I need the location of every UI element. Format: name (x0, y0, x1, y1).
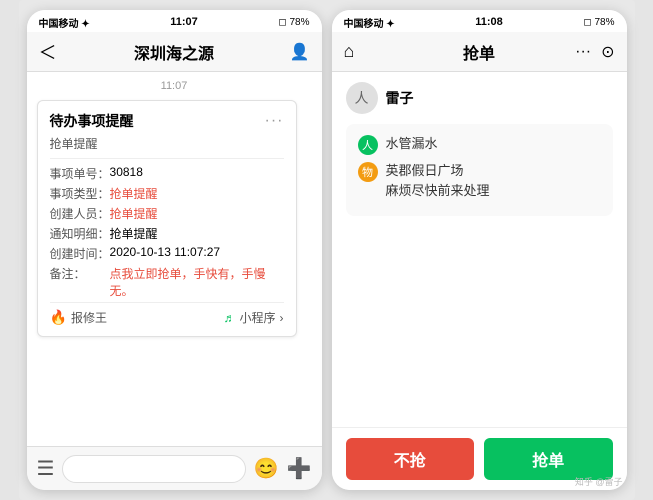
right-carrier: 中国移动 ✦ (344, 15, 395, 30)
type-value: 抢单提醒 (110, 185, 158, 202)
field-creator: 创建人员： 抢单提醒 (50, 205, 284, 222)
bubble-footer: 🔥 报修王 ♬ 小程序 › (50, 302, 284, 326)
notify-value: 抢单提醒 (110, 225, 158, 242)
note-value: 点我立即抢单，手快有，手慢无。 (110, 265, 284, 299)
message-title: 待办事项提醒 (50, 111, 134, 131)
note-label: 备注： (50, 265, 110, 299)
chat-input-field[interactable] (62, 455, 245, 483)
service-text: 水管漏水 (386, 134, 438, 154)
left-nav-bar: ＜ 深圳海之源 👤 (27, 32, 322, 72)
mini-program-label: 小程序 (239, 309, 275, 326)
chat-timestamp: 11:07 (37, 72, 312, 96)
field-time: 创建时间： 2020-10-13 11:07:27 (50, 245, 284, 262)
right-nav-title: 抢单 (463, 40, 495, 64)
left-nav-title: 深圳海之源 (134, 40, 214, 64)
avatar-icon: 人 (355, 88, 369, 108)
time-value: 2020-10-13 11:07:27 (110, 245, 221, 262)
right-nav-bar: ⌂ 抢单 ··· ⊙ (332, 32, 627, 72)
chat-input-bar: ☰ 😊 ➕ (27, 446, 322, 490)
order-number-label: 事项单号： (50, 165, 110, 182)
message-subtitle: 抢单提醒 (50, 135, 284, 152)
field-notify: 通知明细： 抢单提醒 (50, 225, 284, 242)
grab-content: 人 雷子 人 水管漏水 物 英郡假日广场麻烦尽快前来处理 (332, 72, 627, 427)
field-order-number: 事项单号： 30818 (50, 165, 284, 182)
watermark: 知乎 @雷子 (575, 475, 623, 488)
left-status-bar: 中国移动 ✦ 11:07 ◻ 78% (27, 10, 322, 32)
profile-icon[interactable]: 👤 (290, 42, 310, 62)
record-button[interactable]: ⊙ (601, 42, 614, 62)
menu-button[interactable]: ··· (575, 43, 591, 61)
right-phone: 中国移动 ✦ 11:08 ◻ 78% ⌂ 抢单 ··· ⊙ 人 雷子 人 (332, 10, 627, 490)
left-time: 11:07 (170, 16, 198, 28)
type-label: 事项类型： (50, 185, 110, 202)
person-name: 雷子 (386, 88, 414, 108)
detail-row-location: 物 英郡假日广场麻烦尽快前来处理 (358, 161, 601, 200)
left-carrier: 中国移动 ✦ (39, 15, 90, 30)
arrow-icon: › (280, 311, 284, 325)
left-phone: 中国移动 ✦ 11:07 ◻ 78% ＜ 深圳海之源 👤 11:07 待办事项提… (27, 10, 322, 490)
order-number-value: 30818 (110, 165, 143, 182)
right-battery: ◻ 78% (583, 17, 614, 28)
time-label: 创建时间： (50, 245, 110, 262)
fire-icon: 🔥 (50, 309, 67, 326)
field-note: 备注： 点我立即抢单，手快有，手慢无。 (50, 265, 284, 299)
message-bubble[interactable]: 待办事项提醒 ··· 抢单提醒 事项单号： 30818 事项类型： 抢单提醒 创… (37, 100, 297, 337)
service-icon: 人 (358, 135, 378, 155)
footer-app-name: 🔥 报修王 (50, 309, 107, 326)
right-nav-actions: ··· ⊙ (575, 42, 614, 62)
home-button[interactable]: ⌂ (344, 41, 355, 62)
voice-toggle-icon[interactable]: ☰ (37, 456, 55, 481)
mini-program-icon: ♬ (223, 311, 235, 325)
avatar: 人 (346, 82, 378, 114)
message-menu[interactable]: ··· (265, 112, 284, 130)
creator-label: 创建人员： (50, 205, 110, 222)
field-type: 事项类型： 抢单提醒 (50, 185, 284, 202)
footer-mini-program[interactable]: ♬ 小程序 › (223, 309, 283, 326)
detail-row-service: 人 水管漏水 (358, 134, 601, 155)
notify-label: 通知明细： (50, 225, 110, 242)
person-row: 人 雷子 (346, 82, 613, 114)
emoji-icon[interactable]: 😊 (254, 456, 279, 481)
no-grab-button[interactable]: 不抢 (346, 438, 475, 480)
right-status-bar: 中国移动 ✦ 11:08 ◻ 78% (332, 10, 627, 32)
add-icon[interactable]: ➕ (287, 456, 312, 481)
app-name: 报修王 (71, 309, 107, 326)
right-time: 11:08 (475, 16, 503, 28)
message-header: 待办事项提醒 ··· (50, 111, 284, 131)
detail-card: 人 水管漏水 物 英郡假日广场麻烦尽快前来处理 (346, 124, 613, 216)
location-text: 英郡假日广场麻烦尽快前来处理 (386, 161, 490, 200)
back-button[interactable]: ＜ (39, 39, 57, 65)
location-icon: 物 (358, 162, 378, 182)
creator-value: 抢单提醒 (110, 205, 158, 222)
yes-grab-button[interactable]: 抢单 (484, 438, 613, 480)
chat-content: 11:07 待办事项提醒 ··· 抢单提醒 事项单号： 30818 事项类型： … (27, 72, 322, 446)
left-battery: ◻ 78% (278, 17, 309, 28)
